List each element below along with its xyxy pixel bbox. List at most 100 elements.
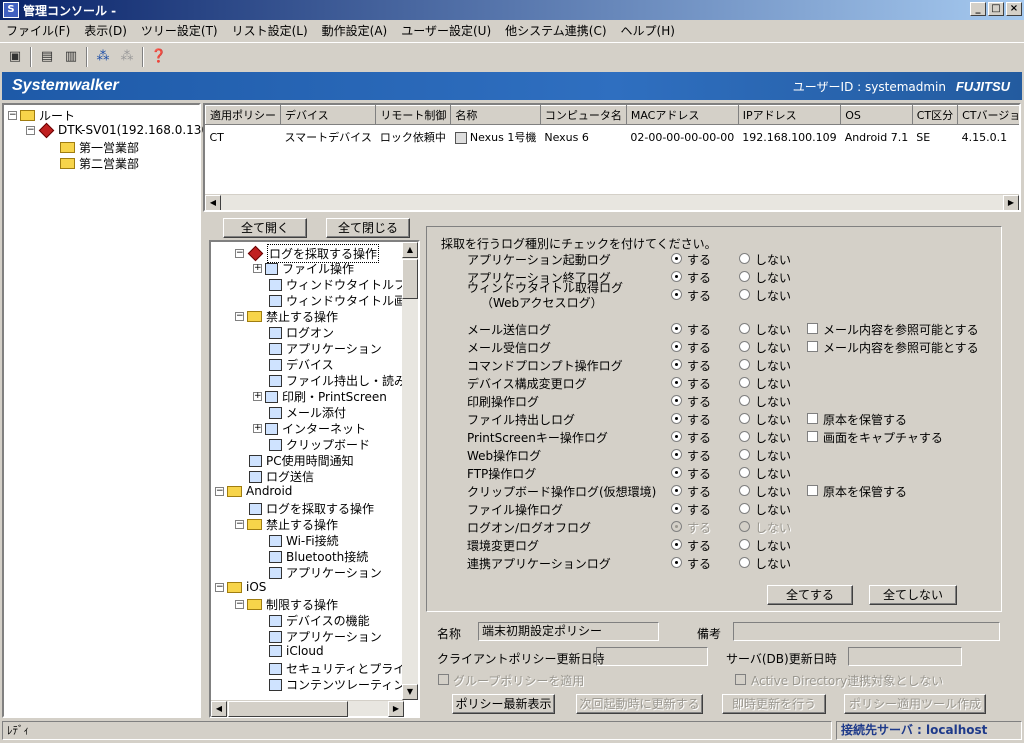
policy-tree-item[interactable]: ウィンドウタイトル画面= (269, 292, 404, 309)
no-radio[interactable] (739, 253, 750, 264)
expand-all-button[interactable]: 全て開く (223, 218, 307, 238)
policy-tree-item[interactable]: − 禁止する操作 (235, 308, 338, 325)
policy-tree-item[interactable]: iCloud (269, 644, 324, 658)
policy-name-field[interactable]: 端末初期設定ポリシー (478, 622, 659, 641)
maximize-button[interactable]: □ (988, 2, 1004, 16)
expand-icon[interactable]: + (253, 264, 262, 273)
tree-node-dept[interactable]: 第一営業部 (60, 139, 139, 156)
option-checkbox[interactable] (807, 341, 818, 352)
scroll-left-icon[interactable]: ◀ (211, 701, 227, 717)
vertical-scrollbar[interactable]: ▲ ▼ (402, 242, 418, 700)
yes-radio[interactable] (671, 431, 682, 442)
yes-radio[interactable] (671, 323, 682, 334)
update-next-boot-button[interactable]: 次回起動時に更新する (576, 694, 703, 714)
tree-node-server[interactable]: − DTK-SV01(192.168.0.130) (26, 122, 214, 138)
no-radio[interactable] (739, 359, 750, 370)
menu-action-settings[interactable]: 動作設定(A) (322, 22, 388, 39)
scroll-right-icon[interactable]: ▶ (1003, 195, 1019, 210)
policy-tree-item[interactable]: セキュリティとプライバシ (269, 660, 404, 677)
group-policy-checkbox[interactable] (438, 674, 449, 685)
no-radio[interactable] (739, 467, 750, 478)
column-header[interactable]: 適用ポリシー (205, 105, 281, 125)
option-checkbox[interactable] (807, 485, 818, 496)
column-header[interactable]: OS (840, 105, 913, 125)
policy-tree-item[interactable]: メール添付 (269, 404, 346, 421)
no-radio[interactable] (739, 431, 750, 442)
client-update-field[interactable] (596, 647, 708, 666)
create-tool-button[interactable]: ポリシー適用ツール作成 (844, 694, 986, 714)
policy-tree-item[interactable]: デバイスの機能 (269, 612, 370, 629)
collapse-icon[interactable]: − (26, 125, 35, 135)
update-now-button[interactable]: 即時更新を行う (722, 694, 826, 714)
horizontal-scrollbar[interactable]: ◀ ▶ (211, 700, 404, 717)
no-radio[interactable] (739, 557, 750, 568)
server-update-field[interactable] (848, 647, 962, 666)
yes-radio[interactable] (671, 253, 682, 264)
option-checkbox[interactable] (807, 431, 818, 442)
no-radio[interactable] (739, 323, 750, 334)
collapse-icon[interactable]: − (235, 312, 244, 321)
policy-tree-item[interactable]: + 印刷・PrintScreen (253, 388, 387, 405)
yes-radio[interactable] (671, 341, 682, 352)
yes-radio[interactable] (671, 539, 682, 550)
policy-tree-item[interactable]: ログを採取する操作 (249, 500, 374, 517)
policy-tree-item[interactable]: PC使用時間通知 (249, 452, 354, 469)
scroll-left-icon[interactable]: ◀ (205, 195, 221, 210)
menu-other-systems[interactable]: 他システム連携(C) (505, 22, 606, 39)
note-field[interactable] (733, 622, 1000, 641)
tree-node-root[interactable]: − ルート (8, 107, 75, 124)
policy-tree-item[interactable]: デバイス (269, 356, 334, 373)
policy-tree-item[interactable]: ログ送信 (249, 468, 314, 485)
yes-radio[interactable] (671, 271, 682, 282)
policy-tree-item[interactable]: ウィンドウタイトルフィル (269, 276, 404, 293)
list-detail-icon[interactable]: ▥ (62, 48, 80, 66)
table-row[interactable]: CT スマートデバイス ロック依頼中 Nexus 1号機 Nexus 6 02-… (206, 125, 1020, 150)
scroll-up-icon[interactable]: ▲ (402, 242, 418, 258)
network-icon[interactable]: ⁂ (94, 48, 112, 66)
no-radio[interactable] (739, 521, 750, 532)
no-radio[interactable] (739, 539, 750, 550)
all-no-button[interactable]: 全てしない (869, 585, 957, 605)
no-radio[interactable] (739, 289, 750, 300)
column-header[interactable]: CTバージョ (957, 105, 1019, 125)
expand-icon[interactable]: + (253, 424, 262, 433)
scroll-right-icon[interactable]: ▶ (388, 701, 404, 717)
policy-tree-item[interactable]: Wi-Fi接続 (269, 532, 339, 549)
no-radio[interactable] (739, 449, 750, 460)
column-header[interactable]: コンピュータ名 (539, 105, 627, 125)
column-header[interactable]: リモート制御 (375, 105, 452, 125)
collapse-icon[interactable]: − (235, 600, 244, 609)
yes-radio[interactable] (671, 503, 682, 514)
scroll-thumb[interactable] (228, 701, 348, 717)
close-button[interactable]: × (1006, 2, 1022, 16)
yes-radio[interactable] (671, 449, 682, 460)
policy-tree-item[interactable]: − 制限する操作 (235, 596, 338, 613)
policy-tree-item[interactable]: ファイル持出し・読み込 (269, 372, 404, 389)
column-header[interactable]: 名称 (450, 105, 541, 125)
column-header[interactable]: デバイス (279, 105, 377, 125)
latest-policy-button[interactable]: ポリシー最新表示 (452, 694, 555, 714)
no-radio[interactable] (739, 271, 750, 282)
all-yes-button[interactable]: 全てする (767, 585, 853, 605)
yes-radio[interactable] (671, 521, 682, 532)
yes-radio[interactable] (671, 467, 682, 478)
collapse-icon[interactable]: − (235, 520, 244, 529)
no-radio[interactable] (739, 413, 750, 424)
column-header[interactable]: IPアドレス (737, 105, 842, 125)
policy-tree-item[interactable]: ログオン (269, 324, 334, 341)
policy-tree-item[interactable]: Bluetooth接続 (269, 548, 368, 565)
menu-file[interactable]: ファイル(F) (6, 22, 70, 39)
policy-tree-item[interactable]: コンテンツレーティング (269, 676, 404, 693)
yes-radio[interactable] (671, 289, 682, 300)
option-checkbox[interactable] (807, 413, 818, 424)
policy-tree-item[interactable]: アプリケーション (269, 564, 382, 581)
yes-radio[interactable] (671, 377, 682, 388)
yes-radio[interactable] (671, 395, 682, 406)
no-radio[interactable] (739, 485, 750, 496)
policy-tree-item[interactable]: − iOS (215, 580, 266, 594)
list-icon[interactable]: ▤ (38, 48, 56, 66)
policy-tree-item[interactable]: アプリケーション (269, 340, 382, 357)
policy-tree-item[interactable]: + インターネット (253, 420, 366, 437)
console-icon[interactable]: ▣ (6, 48, 24, 66)
collapse-icon[interactable]: − (8, 111, 17, 120)
